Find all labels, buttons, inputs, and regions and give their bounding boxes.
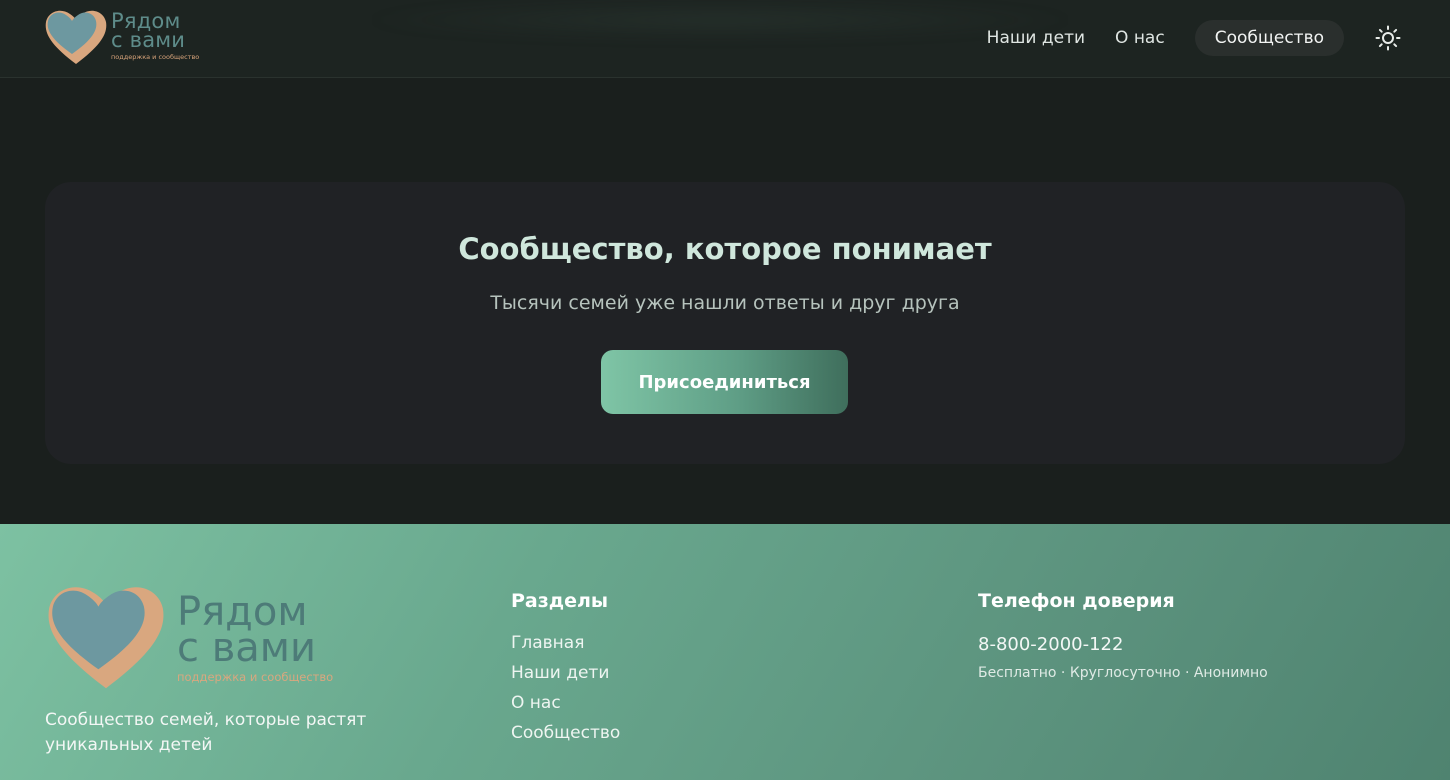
hotline-phone[interactable]: 8-800-2000-122: [978, 634, 1268, 655]
nav-item-our-children[interactable]: Наши дети: [972, 20, 1100, 56]
footer-brand-tagline: поддержка и сообщество: [177, 670, 334, 684]
top-header: Рядом с вами поддержка и сообщество Наши…: [0, 0, 1450, 78]
hero-title: Сообщество, которое понимает: [458, 232, 992, 266]
footer-link-our-children[interactable]: Наши дети: [511, 658, 620, 688]
footer: Рядом с вами поддержка и сообщество Сооб…: [0, 524, 1450, 780]
heart-logo-icon: [45, 10, 107, 65]
hotline-note: Бесплатно · Круглосуточно · Анонимно: [978, 665, 1268, 681]
join-button[interactable]: Присоединиться: [601, 350, 848, 414]
main-nav: Наши дети О нас Сообщество: [972, 20, 1406, 56]
footer-brand-logo[interactable]: Рядом с вами поддержка и сообщество: [44, 582, 344, 692]
footer-link-community[interactable]: Сообщество: [511, 718, 620, 748]
brand-name: Рядом с вами: [111, 9, 186, 52]
hero-subtitle: Тысячи семей уже нашли ответы и друг дру…: [490, 292, 960, 314]
heart-logo-icon: [48, 587, 164, 689]
nav-item-about[interactable]: О нас: [1100, 20, 1180, 56]
footer-hotline: Телефон доверия 8-800-2000-122 Бесплатно…: [978, 590, 1268, 681]
footer-link-home[interactable]: Главная: [511, 628, 620, 658]
footer-link-about[interactable]: О нас: [511, 688, 620, 718]
theme-toggle-button[interactable]: [1370, 20, 1406, 56]
hotline-title: Телефон доверия: [978, 590, 1175, 612]
community-cta-card: Сообщество, которое понимает Тысячи семе…: [45, 182, 1405, 464]
brand-tagline: поддержка и сообщество: [111, 53, 200, 61]
sections-title: Разделы: [511, 590, 609, 612]
sun-icon: [1375, 25, 1401, 51]
footer-description: Сообщество семей, которые растят уникаль…: [45, 710, 367, 755]
footer-sections: Разделы Главная Наши дети О нас Сообщест…: [511, 590, 620, 748]
nav-item-community[interactable]: Сообщество: [1194, 20, 1344, 56]
footer-brand-name: Рядом с вами: [177, 589, 316, 671]
brand-logo[interactable]: Рядом с вами поддержка и сообщество: [44, 8, 199, 66]
